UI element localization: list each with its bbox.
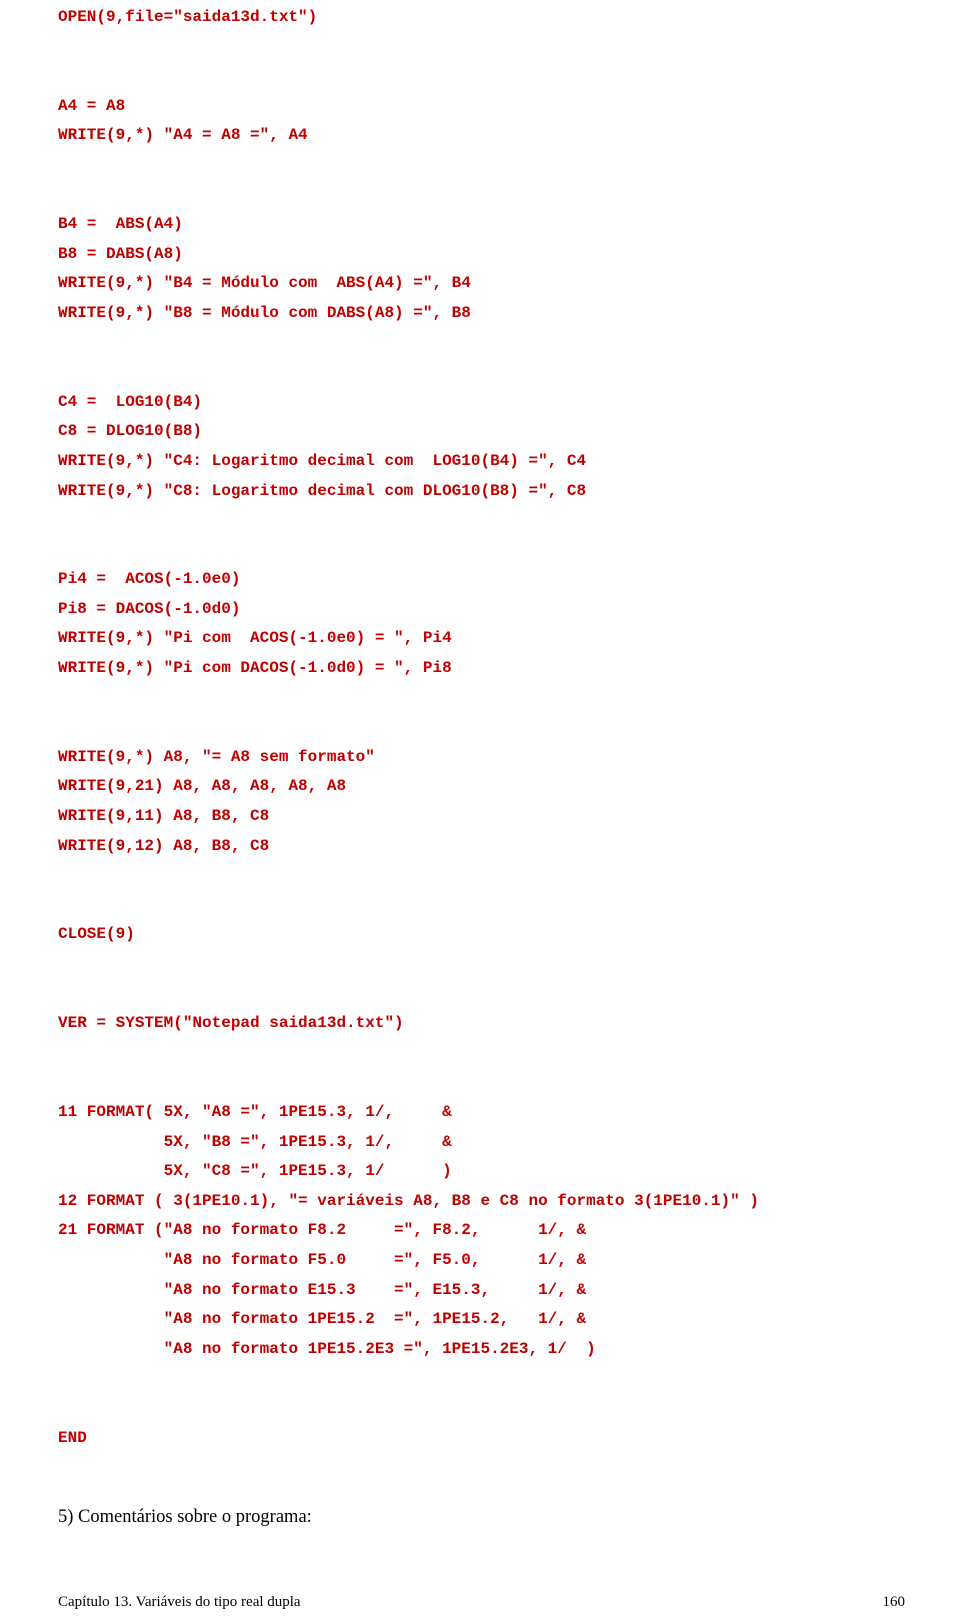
code-line: "A8 no formato E15.3 =", E15.3, 1/, &: [58, 1281, 586, 1299]
code-line: WRITE(9,21) A8, A8, A8, A8, A8: [58, 777, 346, 795]
code-line: "A8 no formato 1PE15.2E3 =", 1PE15.2E3, …: [58, 1340, 596, 1358]
code-line: "A8 no formato F5.0 =", F5.0, 1/, &: [58, 1251, 586, 1269]
code-line: WRITE(9,*) "A4 = A8 =", A4: [58, 126, 308, 144]
code-line: 5X, "B8 =", 1PE15.3, 1/, &: [58, 1133, 452, 1151]
fortran-code-block: OPEN(9,file="saida13d.txt") A4 = A8 WRIT…: [58, 0, 905, 1453]
code-line: 11 FORMAT( 5X, "A8 =", 1PE15.3, 1/, &: [58, 1103, 452, 1121]
code-line: C8 = DLOG10(B8): [58, 422, 202, 440]
code-line: 21 FORMAT ("A8 no formato F8.2 =", F8.2,…: [58, 1221, 586, 1239]
code-line: END: [58, 1429, 87, 1447]
code-line: "A8 no formato 1PE15.2 =", 1PE15.2, 1/, …: [58, 1310, 586, 1328]
code-line: B4 = ABS(A4): [58, 215, 183, 233]
code-line: WRITE(9,12) A8, B8, C8: [58, 837, 269, 855]
code-line: WRITE(9,*) "B8 = Módulo com DABS(A8) =",…: [58, 304, 471, 322]
code-line: WRITE(9,*) A8, "= A8 sem formato": [58, 748, 375, 766]
code-line: 5X, "C8 =", 1PE15.3, 1/ ): [58, 1162, 452, 1180]
code-line: OPEN(9,file="saida13d.txt"): [58, 8, 317, 26]
code-line: WRITE(9,*) "Pi com DACOS(-1.0d0) = ", Pi…: [58, 659, 452, 677]
code-line: B8 = DABS(A8): [58, 245, 183, 263]
page-footer: Capítulo 13. Variáveis do tipo real dupl…: [58, 1594, 905, 1623]
footer-chapter-title: Capítulo 13. Variáveis do tipo real dupl…: [58, 1594, 301, 1611]
code-line: Pi8 = DACOS(-1.0d0): [58, 600, 240, 618]
code-line: CLOSE(9): [58, 925, 135, 943]
code-line: WRITE(9,*) "C4: Logaritmo decimal com LO…: [58, 452, 586, 470]
code-line: VER = SYSTEM("Notepad saida13d.txt"): [58, 1014, 404, 1032]
code-line: Pi4 = ACOS(-1.0e0): [58, 570, 240, 588]
code-line: WRITE(9,*) "C8: Logaritmo decimal com DL…: [58, 482, 586, 500]
code-line: WRITE(9,*) "B4 = Módulo com ABS(A4) =", …: [58, 274, 471, 292]
code-line: C4 = LOG10(B4): [58, 393, 202, 411]
code-line: 12 FORMAT ( 3(1PE10.1), "= variáveis A8,…: [58, 1192, 759, 1210]
code-line: WRITE(9,*) "Pi com ACOS(-1.0e0) = ", Pi4: [58, 629, 452, 647]
footer-page-number: 160: [883, 1594, 906, 1611]
list-item-5: 5) Comentários sobre o programa:: [58, 1499, 905, 1536]
code-line: WRITE(9,11) A8, B8, C8: [58, 807, 269, 825]
code-line: A4 = A8: [58, 97, 125, 115]
